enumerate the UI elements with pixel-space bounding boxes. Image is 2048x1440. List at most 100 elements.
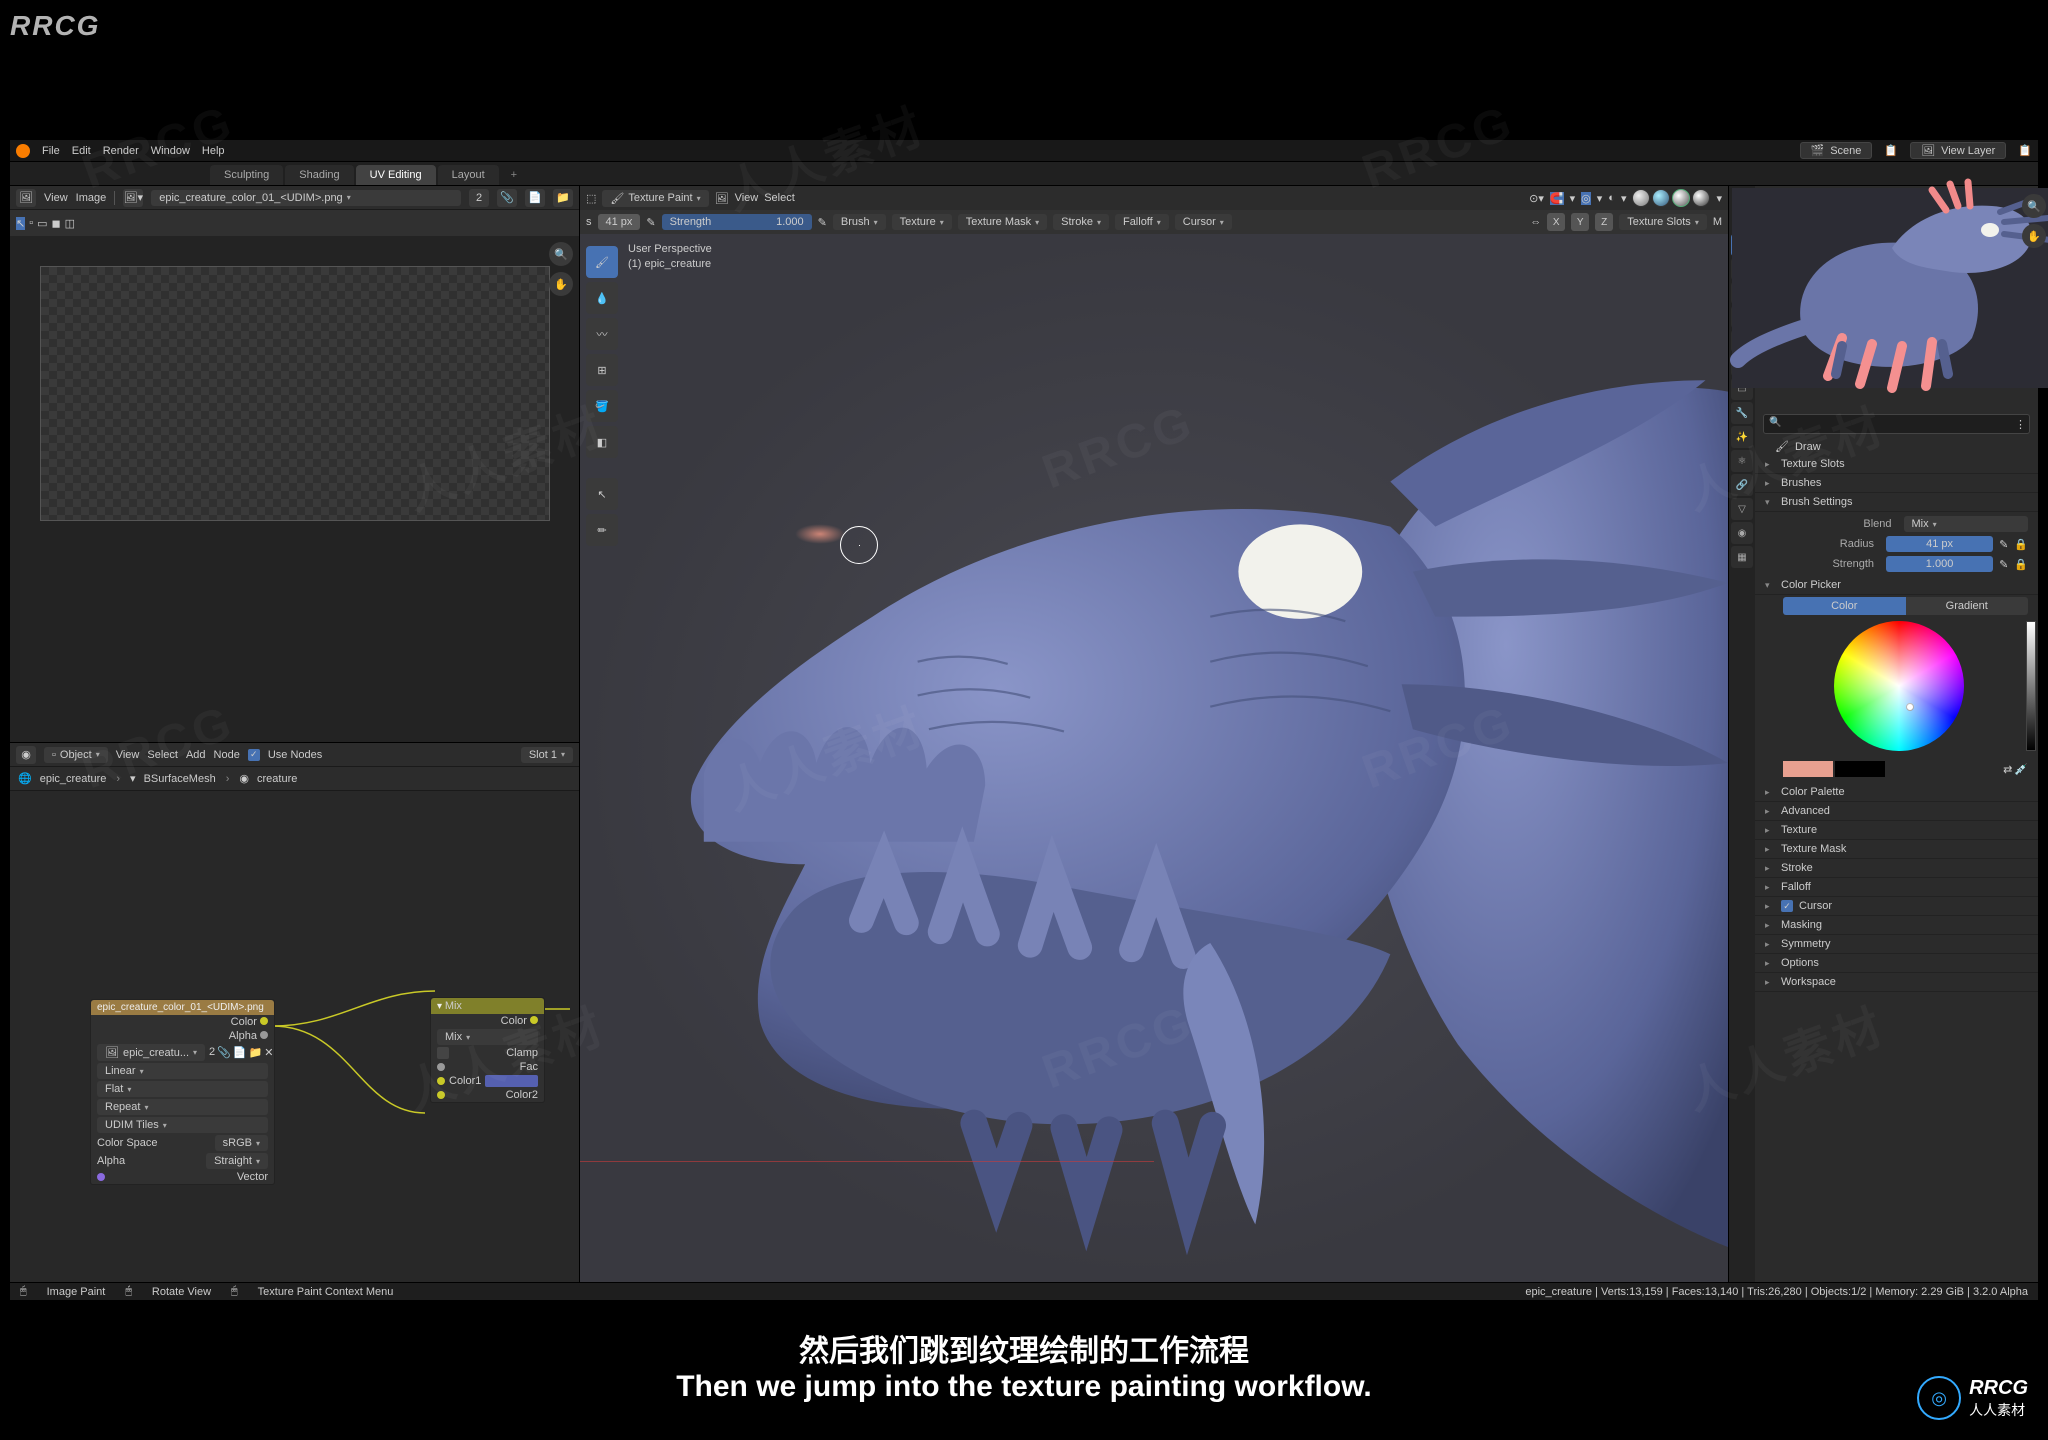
smear-tool[interactable]: 〰: [586, 318, 618, 350]
overlay-options[interactable]: ▾: [1621, 192, 1627, 205]
section-advanced[interactable]: ▸Advanced: [1755, 802, 2038, 821]
section-brush-settings[interactable]: ▾Brush Settings: [1755, 493, 2038, 512]
node-menu-select[interactable]: Select: [147, 749, 178, 761]
uv-face-icon[interactable]: ◼: [52, 217, 61, 230]
tab-layout[interactable]: Layout: [438, 165, 499, 185]
shading-options[interactable]: ▾: [1716, 192, 1722, 205]
strength-field[interactable]: 1.000: [1886, 556, 1993, 572]
ptab-particles[interactable]: ✨: [1731, 426, 1753, 448]
use-nodes-checkbox[interactable]: ✓: [248, 749, 260, 761]
menu-render[interactable]: Render: [103, 145, 139, 157]
menu-file[interactable]: File: [42, 145, 60, 157]
img-menu-image[interactable]: Image: [76, 192, 107, 204]
options-icon[interactable]: ⋮: [2015, 418, 2026, 431]
strength-field[interactable]: Strength 1.000: [662, 214, 812, 230]
tab-sculpting[interactable]: Sculpting: [210, 165, 283, 185]
texture-mask-menu[interactable]: Texture Mask: [958, 214, 1047, 230]
cursor-tool-icon[interactable]: ↖: [16, 217, 25, 230]
snap-toggle[interactable]: 🧲: [1550, 192, 1564, 205]
color-gradient-segment[interactable]: Color Gradient: [1783, 597, 2028, 615]
ptab-material[interactable]: ◉: [1731, 522, 1753, 544]
section-options[interactable]: ▸Options: [1755, 954, 2038, 973]
mini-reference-view[interactable]: 🔍 ✋: [1732, 188, 2048, 388]
seg-gradient[interactable]: Gradient: [1906, 597, 2029, 615]
zoom-icon[interactable]: 🔍: [549, 242, 573, 266]
cursor-checkbox[interactable]: ✓: [1781, 900, 1793, 912]
annotate-tool[interactable]: ✏: [586, 514, 618, 546]
mirror-x[interactable]: X: [1547, 213, 1565, 231]
mask-tool[interactable]: ◧: [586, 426, 618, 458]
eyedropper-icon[interactable]: 💉: [2014, 763, 2028, 776]
cursor-menu[interactable]: Cursor: [1175, 214, 1232, 230]
pan-icon[interactable]: ✋: [2022, 224, 2046, 248]
ptab-physics[interactable]: ⚛: [1731, 450, 1753, 472]
editor-type-icon[interactable]: ◉: [16, 746, 36, 764]
rendered-shading[interactable]: [1692, 189, 1710, 207]
ptab-modifiers[interactable]: 🔧: [1731, 402, 1753, 424]
menu-help[interactable]: Help: [202, 145, 225, 157]
proportional-toggle[interactable]: ◎: [1581, 192, 1591, 205]
falloff-menu[interactable]: Falloff: [1115, 214, 1169, 230]
value-slider[interactable]: [2026, 621, 2036, 751]
new-layer-button[interactable]: 📋: [2018, 144, 2032, 157]
vp-menu-view[interactable]: View: [735, 192, 759, 204]
radius-pressure-icon[interactable]: ✎: [646, 216, 655, 229]
brush-menu[interactable]: Brush: [833, 214, 886, 230]
editor-type-icon[interactable]: ⬚: [586, 192, 596, 205]
tab-uv-editing[interactable]: UV Editing: [356, 165, 436, 185]
new-scene-button[interactable]: 📋: [1884, 144, 1898, 157]
section-masking[interactable]: ▸Masking: [1755, 916, 2038, 935]
soften-tool[interactable]: 💧: [586, 282, 618, 314]
seg-color[interactable]: Color: [1783, 597, 1906, 615]
object-mode-dropdown[interactable]: ▫ Object: [44, 747, 108, 763]
pan-icon[interactable]: ✋: [549, 272, 573, 296]
section-texture-slots[interactable]: ▸Texture Slots: [1755, 455, 2038, 474]
ptab-constraints[interactable]: 🔗: [1731, 474, 1753, 496]
image-browse-icon[interactable]: 🖼▾: [123, 189, 143, 207]
bc-material[interactable]: creature: [257, 773, 297, 785]
blender-logo-icon[interactable]: [16, 144, 30, 158]
color-wheel[interactable]: [1834, 621, 1964, 751]
section-cursor[interactable]: ▸✓Cursor: [1755, 897, 2038, 916]
slot-dropdown[interactable]: Slot 1: [521, 747, 573, 763]
mode-dropdown[interactable]: 🖌 Texture Paint: [602, 190, 708, 207]
draw-tool[interactable]: 🖌: [586, 246, 618, 278]
node-canvas[interactable]: epic_creature_color_01_<UDIM>.png Color …: [10, 791, 579, 1300]
menu-edit[interactable]: Edit: [72, 145, 91, 157]
color-handle[interactable]: [1906, 703, 1914, 711]
ptab-data[interactable]: ▽: [1731, 498, 1753, 520]
mix-rgb-node[interactable]: ▾ Mix Color Mix Clamp Fac Color1 Color2: [430, 997, 545, 1103]
mirror-icon[interactable]: ⇔: [1530, 216, 1541, 228]
texture-slots-menu[interactable]: Texture Slots: [1619, 214, 1707, 230]
mirror-y[interactable]: Y: [1571, 213, 1589, 231]
new-image-button[interactable]: 📄: [525, 189, 545, 207]
texture-menu[interactable]: Texture: [892, 214, 952, 230]
stroke-menu[interactable]: Stroke: [1053, 214, 1109, 230]
search-input[interactable]: [1763, 414, 2030, 434]
menu-window[interactable]: Window: [151, 145, 190, 157]
prop-options-icon[interactable]: ▾: [1597, 192, 1603, 205]
secondary-color-swatch[interactable]: [1835, 761, 1885, 777]
reference-icon[interactable]: 🖼: [715, 192, 729, 205]
section-workspace[interactable]: ▸Workspace: [1755, 973, 2038, 992]
editor-type-icon[interactable]: 🖼: [16, 189, 36, 207]
mirror-z[interactable]: Z: [1595, 213, 1613, 231]
radius-field[interactable]: 41 px: [1886, 536, 1993, 552]
node-menu-add[interactable]: Add: [186, 749, 206, 761]
clone-tool[interactable]: ⊞: [586, 354, 618, 386]
open-image-button[interactable]: 📁: [553, 189, 573, 207]
bc-mesh[interactable]: BSurfaceMesh: [144, 773, 216, 785]
tab-shading[interactable]: Shading: [285, 165, 353, 185]
image-users[interactable]: 2: [469, 189, 489, 207]
uv-vert-icon[interactable]: ▫: [29, 217, 33, 229]
overlay-toggle[interactable]: ◐: [1608, 192, 1615, 204]
add-workspace-button[interactable]: +: [501, 165, 527, 185]
snap-options-icon[interactable]: ▾: [1570, 192, 1576, 205]
section-texture-mask[interactable]: ▸Texture Mask: [1755, 840, 2038, 859]
pivot-icon[interactable]: ⊙▾: [1529, 192, 1544, 205]
matprev-shading[interactable]: [1672, 189, 1690, 207]
swap-colors-icon[interactable]: ⇄: [2003, 763, 2012, 776]
bc-object[interactable]: epic_creature: [40, 773, 107, 785]
solid-shading[interactable]: [1652, 189, 1670, 207]
section-falloff[interactable]: ▸Falloff: [1755, 878, 2038, 897]
